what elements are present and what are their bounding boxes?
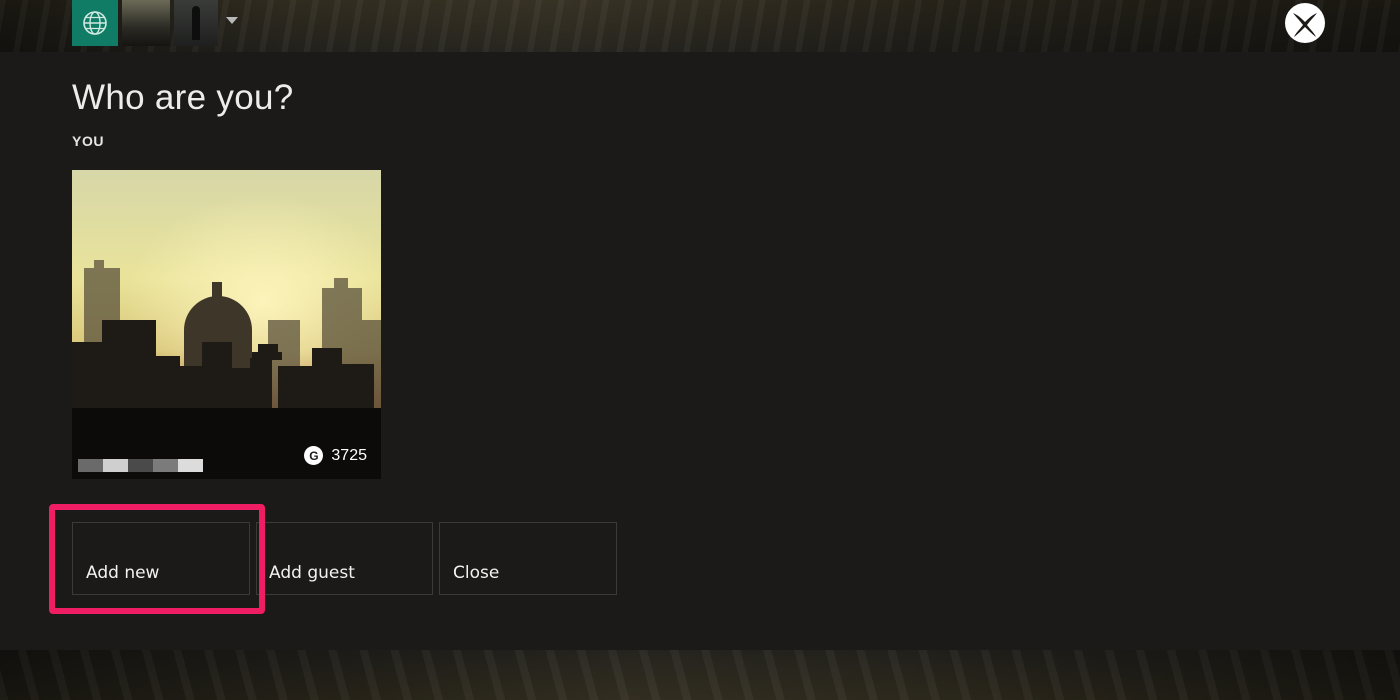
close-button[interactable]: Close [439,522,617,595]
globe-tile[interactable] [72,0,118,46]
add-guest-button[interactable]: Add guest [256,522,433,595]
profile-card[interactable]: G 3725 [72,170,381,479]
close-label: Close [453,563,500,583]
gamerscore: G 3725 [304,446,367,465]
gamertag-obscured [78,459,203,472]
profile-picture-skyline [72,170,381,479]
add-new-label: Add new [86,563,160,583]
add-guest-label: Add guest [269,563,355,583]
add-new-button[interactable]: Add new [72,522,250,595]
dashboard-background-bottom [0,650,1400,700]
profile-photo-tile[interactable] [122,0,170,46]
profile-photo-tile-2[interactable] [174,0,218,46]
silhouette [192,6,200,40]
gamerscore-value: 3725 [331,446,367,464]
gamerscore-icon: G [304,446,324,465]
xbox-logo-icon[interactable] [1284,2,1326,44]
page-title: Who are you? [72,78,294,117]
chevron-down-icon[interactable] [226,17,238,24]
globe-icon [83,11,107,35]
section-label-you: YOU [72,133,105,149]
